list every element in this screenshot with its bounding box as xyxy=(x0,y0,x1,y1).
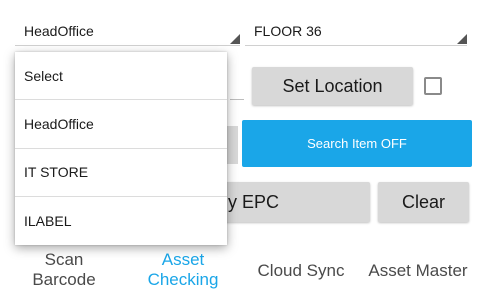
search-item-button[interactable]: Search Item OFF xyxy=(242,120,472,167)
location-field-underline xyxy=(230,99,244,100)
nav-asset-master[interactable]: Asset Master xyxy=(360,261,476,281)
spinner-underline xyxy=(245,45,467,46)
location-dropdown: Select HeadOffice IT STORE ILABEL xyxy=(15,52,227,245)
search-by-epc-label: y EPC xyxy=(228,191,280,212)
nav-asset-checking-line2: Checking xyxy=(147,270,219,289)
nav-cloud-sync[interactable]: Cloud Sync xyxy=(250,261,352,281)
clear-label: Clear xyxy=(401,191,445,212)
floor-spinner[interactable]: FLOOR 36 xyxy=(245,10,467,46)
spinner-underline xyxy=(15,45,240,46)
location-checkbox[interactable] xyxy=(424,77,442,95)
nav-cloud-sync-label: Cloud Sync xyxy=(257,261,345,280)
caret-down-icon xyxy=(230,34,240,44)
search-item-label: Search Item OFF xyxy=(307,136,407,151)
nav-asset-master-label: Asset Master xyxy=(368,261,468,280)
dropdown-item-headoffice[interactable]: HeadOffice xyxy=(15,100,227,149)
location-spinner[interactable]: HeadOffice xyxy=(15,10,240,46)
dropdown-item-label: ILABEL xyxy=(24,212,72,229)
nav-scan-barcode-line1: Scan xyxy=(44,250,84,269)
nav-asset-checking-line1: Asset xyxy=(161,250,205,269)
nav-scan-barcode[interactable]: Scan Barcode xyxy=(14,250,114,290)
dropdown-item-select[interactable]: Select xyxy=(15,52,227,101)
nav-asset-checking[interactable]: Asset Checking xyxy=(133,250,233,290)
set-location-button[interactable]: Set Location xyxy=(252,67,413,105)
nav-scan-barcode-line2: Barcode xyxy=(32,270,96,289)
dropdown-item-label: HeadOffice xyxy=(24,115,94,132)
floor-spinner-value: FLOOR 36 xyxy=(254,23,322,39)
dropdown-item-ilabel[interactable]: ILABEL xyxy=(15,197,227,245)
dropdown-item-label: IT STORE xyxy=(24,164,89,181)
set-location-label: Set Location xyxy=(282,75,383,96)
clear-button[interactable]: Clear xyxy=(378,182,469,222)
caret-down-icon xyxy=(457,34,467,44)
dropdown-item-label: Select xyxy=(24,67,63,84)
location-spinner-value: HeadOffice xyxy=(24,23,94,39)
dropdown-item-it-store[interactable]: IT STORE xyxy=(15,149,227,197)
hidden-button-edge xyxy=(226,126,238,164)
